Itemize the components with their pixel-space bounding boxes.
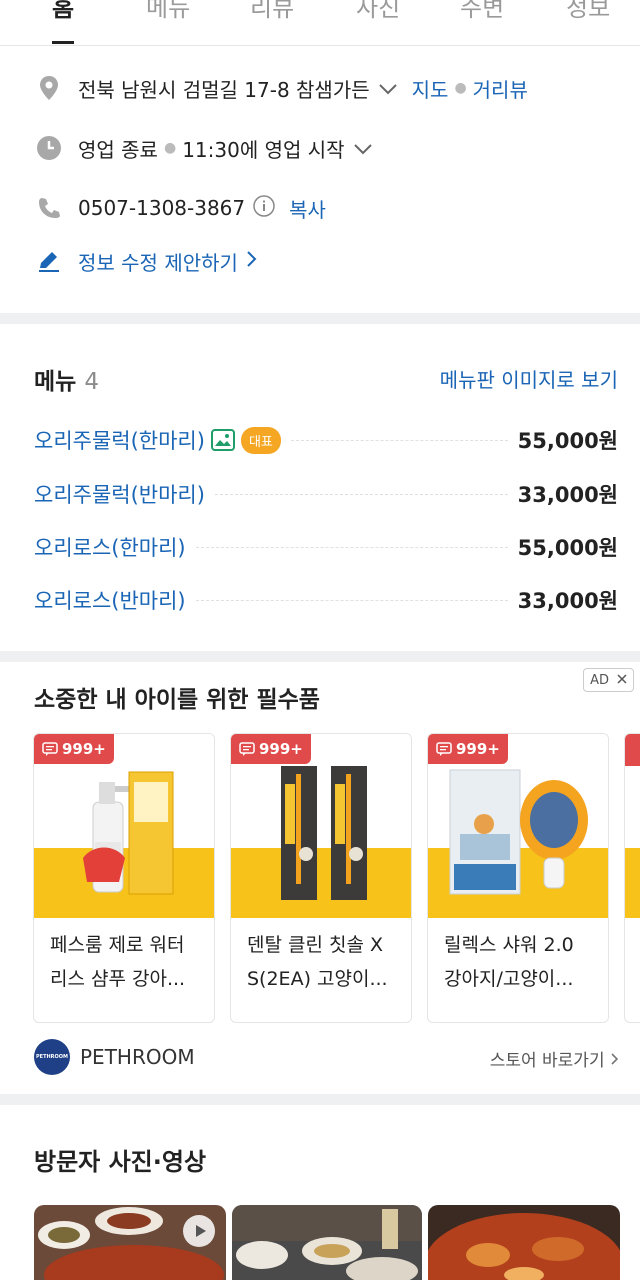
- visitor-photo[interactable]: [232, 1205, 422, 1280]
- review-count: 999+: [259, 740, 303, 758]
- menu-image-link[interactable]: 메뉴판 이미지로 보기: [440, 364, 618, 393]
- leader-line: [214, 493, 508, 495]
- ad-section-title: 소중한 내 아이를 위한 필수품: [34, 687, 320, 713]
- review-count-badge: [625, 734, 640, 766]
- review-count: 999+: [62, 740, 106, 758]
- address-row: 전북 남원시 검멀길 17-8 참샘가든 지도 ● 거리뷰: [36, 68, 528, 108]
- brand-logo[interactable]: PETHROOM: [34, 1039, 70, 1075]
- review-count-badge: 999+: [428, 734, 508, 764]
- product-image[interactable]: 999+: [428, 734, 608, 918]
- pencil-icon: [36, 248, 62, 274]
- separator-dot: ●: [163, 140, 177, 156]
- tab-photo[interactable]: 사진: [356, 0, 400, 23]
- menu-item[interactable]: 오리로스(반마리) 33,000원: [34, 582, 618, 618]
- product-card-partial[interactable]: [624, 733, 640, 1023]
- tab-menu[interactable]: 메뉴: [146, 0, 190, 23]
- product-title[interactable]: 릴렉스 샤워 2.0 강아지/고양이...: [444, 928, 594, 996]
- chevron-down-icon[interactable]: [353, 136, 373, 160]
- review-count-badge: 999+: [231, 734, 311, 764]
- menu-item-price: 33,000원: [517, 483, 618, 507]
- comment-icon: [239, 742, 255, 756]
- menu-item[interactable]: 오리주물럭(반마리) 33,000원: [34, 476, 618, 512]
- menu-item-name[interactable]: 오리로스(한마리): [34, 532, 186, 562]
- leader-line: [290, 439, 508, 441]
- menu-item-price: 33,000원: [517, 589, 618, 613]
- menu-item-name[interactable]: 오리로스(반마리): [34, 585, 186, 615]
- suggest-edit-row[interactable]: 정보 수정 제안하기: [36, 241, 258, 281]
- representative-badge: 대표: [240, 426, 281, 454]
- map-link[interactable]: 지도: [412, 74, 449, 103]
- visitor-photo[interactable]: [34, 1205, 226, 1280]
- leader-line: [195, 599, 508, 601]
- review-count-badge: 999+: [34, 734, 114, 764]
- phone-icon: [36, 195, 62, 221]
- product-image[interactable]: 999+: [34, 734, 214, 918]
- brand-name[interactable]: PETHROOM: [80, 1045, 195, 1069]
- menu-item-price: 55,000원: [517, 429, 618, 453]
- active-tab-indicator: [52, 41, 74, 44]
- section-divider: [0, 1094, 640, 1105]
- section-divider: [0, 651, 640, 662]
- menu-section-title: 메뉴 4: [34, 362, 99, 396]
- store-link-text[interactable]: 스토어 바로가기: [490, 1051, 605, 1071]
- tab-nearby[interactable]: 주변: [460, 0, 504, 23]
- play-icon[interactable]: [192, 1223, 208, 1243]
- image-icon[interactable]: [210, 428, 235, 452]
- ad-badge[interactable]: AD: [583, 668, 634, 692]
- chevron-down-icon[interactable]: [378, 76, 398, 100]
- menu-item[interactable]: 오리주물럭(한마리) 대표 55,000원: [34, 422, 618, 458]
- product-title-line: 강아지/고양이...: [444, 968, 574, 990]
- leader-line: [195, 546, 508, 548]
- separator-dot: ●: [454, 80, 467, 96]
- close-icon[interactable]: [617, 673, 627, 688]
- hours-row: 영업 종료 ● 11:30에 영업 시작: [36, 128, 373, 168]
- copy-button[interactable]: 복사: [289, 194, 326, 223]
- menu-item-name[interactable]: 오리주물럭(한마리): [34, 425, 205, 455]
- product-title[interactable]: 페스룸 제로 워터 리스 샴푸 강아...: [50, 928, 200, 996]
- product-title-line: 릴렉스 샤워 2.0: [444, 934, 574, 956]
- address-text: 전북 남원시 검멀길 17-8 참샘가든: [78, 77, 370, 102]
- menu-title-text: 메뉴: [34, 369, 77, 395]
- product-title[interactable]: 덴탈 클린 칫솔 X S(2EA) 고양이...: [247, 928, 397, 996]
- chevron-right-icon: [610, 1051, 620, 1071]
- visitor-photos-title: 방문자 사진·영상: [34, 1148, 207, 1176]
- review-count: 999+: [456, 740, 500, 758]
- menu-item-name[interactable]: 오리주물럭(반마리): [34, 479, 205, 509]
- street-view-link[interactable]: 거리뷰: [473, 74, 528, 103]
- menu-count: 4: [84, 369, 99, 395]
- tab-bar: 홈 메뉴 리뷰 사진 주변 정보: [0, 0, 640, 46]
- menu-item-price: 55,000원: [517, 536, 618, 560]
- product-title-line: 덴탈 클린 칫솔 X: [247, 934, 384, 956]
- tab-info[interactable]: 정보: [566, 0, 610, 23]
- menu-item[interactable]: 오리로스(한마리) 55,000원: [34, 529, 618, 565]
- section-divider: [0, 313, 640, 324]
- tab-home[interactable]: 홈: [52, 0, 74, 23]
- phone-row: 0507-1308-3867 복사: [36, 188, 326, 228]
- location-pin-icon: [36, 75, 62, 101]
- product-title-line: 페스룸 제로 워터: [50, 934, 185, 956]
- product-card[interactable]: 999+ 덴탈 클린 칫솔 X S(2EA) 고양이...: [230, 733, 412, 1023]
- phone-number: 0507-1308-3867: [78, 196, 246, 220]
- product-image[interactable]: 999+: [231, 734, 411, 918]
- product-card[interactable]: 999+ 페스룸 제로 워터 리스 샴푸 강아...: [33, 733, 215, 1023]
- tab-review[interactable]: 리뷰: [250, 0, 294, 23]
- product-card[interactable]: 999+ 릴렉스 샤워 2.0 강아지/고양이...: [427, 733, 609, 1023]
- info-icon[interactable]: [253, 194, 275, 222]
- comment-icon: [436, 742, 452, 756]
- comment-icon: [42, 742, 58, 756]
- chevron-right-icon: [246, 249, 258, 273]
- product-title-line: S(2EA) 고양이...: [247, 968, 388, 990]
- store-link[interactable]: 스토어 바로가기: [490, 1046, 620, 1071]
- opening-time: 11:30에 영업 시작: [182, 137, 345, 162]
- suggest-edit-link[interactable]: 정보 수정 제안하기: [78, 247, 238, 276]
- ad-label: AD: [590, 672, 609, 688]
- product-title-line: 리스 샴푸 강아...: [50, 968, 186, 990]
- business-status: 영업 종료: [78, 137, 158, 162]
- clock-icon: [36, 135, 62, 161]
- visitor-photo[interactable]: [428, 1205, 620, 1280]
